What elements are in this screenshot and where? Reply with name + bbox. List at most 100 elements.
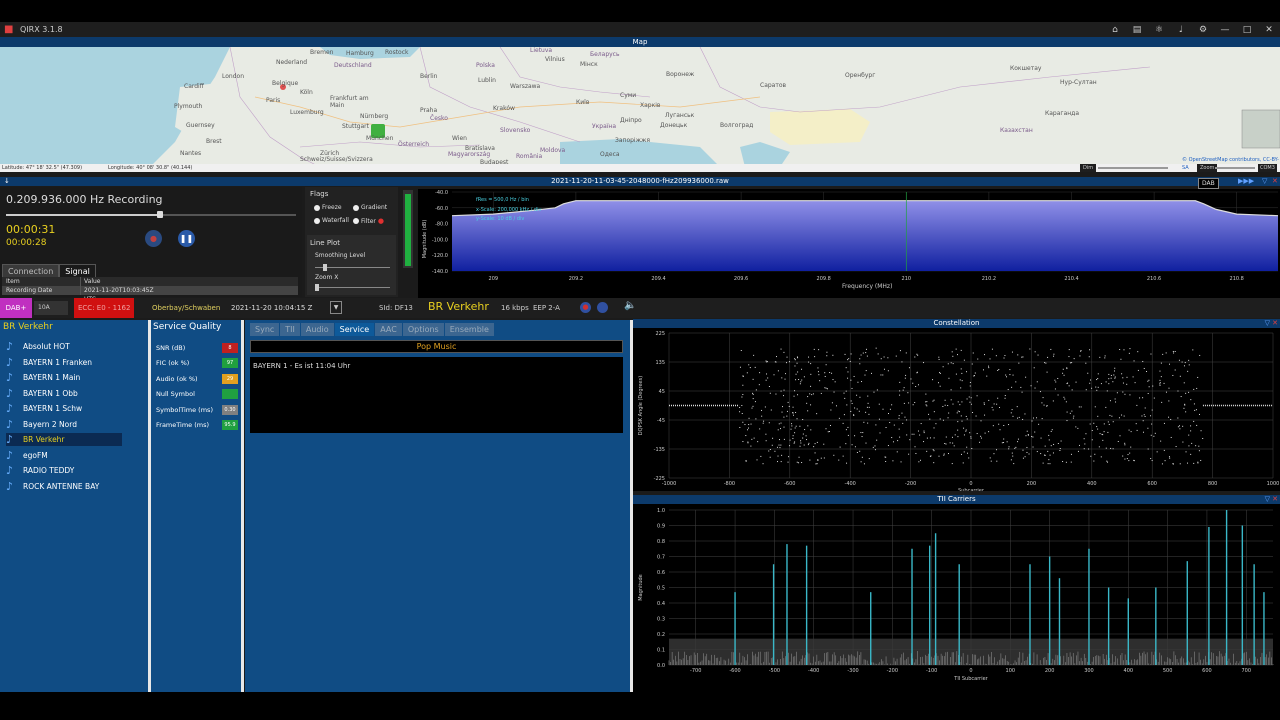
constellation-point (915, 386, 917, 388)
station-item[interactable]: ♪ BAYERN 1 Main (6, 371, 122, 384)
maximize-button[interactable]: □ (1236, 22, 1258, 37)
constellation-point (904, 416, 906, 418)
progress-knob[interactable] (156, 211, 163, 218)
constellation-point (918, 461, 920, 463)
constellation-point (779, 447, 781, 449)
constellation-point (993, 453, 995, 455)
record-service-button[interactable]: ● (580, 302, 591, 313)
constellation-point (1114, 376, 1116, 378)
spectrum-svg: -40.0 -60.0 -80.0 -100.0 -120.0 -140.0 209 209.… (422, 190, 1279, 282)
tab-sync[interactable]: Sync (250, 323, 280, 336)
constellation-point (1150, 415, 1152, 417)
y-tick-label: 0.0 (657, 663, 665, 669)
station-item[interactable]: ♪ Bayern 2 Nord (6, 418, 122, 431)
constellation-point (1065, 401, 1067, 403)
dropdown-button[interactable]: ▼ (330, 301, 342, 314)
tab-audio[interactable]: Audio (300, 323, 334, 336)
station-item[interactable]: ♪ ROCK ANTENNE BAY (6, 480, 122, 493)
speaker-icon[interactable]: 🔈 (624, 300, 636, 311)
constellation-point (1102, 434, 1104, 436)
zoom-x-slider[interactable] (315, 284, 390, 291)
constellation-point (856, 452, 858, 454)
constellation-point (877, 353, 879, 355)
station-item[interactable]: ♪ BR Verkehr (6, 433, 122, 446)
zoom-slider[interactable] (1215, 167, 1255, 169)
constellation-point (1008, 446, 1010, 448)
waterfall-radio[interactable]: Waterfall (314, 217, 349, 224)
gradient-radio[interactable]: Gradient (353, 204, 387, 211)
channel-select[interactable]: 10A (34, 301, 68, 315)
station-item[interactable]: ♪ RADIO TEDDY (6, 464, 122, 477)
constellation-point (1017, 438, 1019, 440)
tab-options[interactable]: Options (402, 323, 444, 336)
freeze-radio[interactable]: Freeze (314, 204, 342, 211)
constellation-point (1110, 447, 1112, 449)
constellation-point (933, 411, 935, 413)
station-label: ROCK ANTENNE BAY (23, 481, 100, 491)
satellite-icon[interactable]: ⚛ (1148, 22, 1170, 37)
constellation-point (767, 377, 769, 379)
tab-aac[interactable]: AAC (375, 323, 402, 336)
quality-row: FrameTime (ms) 95.9 (156, 420, 238, 431)
home-icon[interactable]: ⌂ (1104, 22, 1126, 37)
gear-icon[interactable]: ⚙ (1192, 22, 1214, 37)
station-item[interactable]: ♪ egoFM (6, 449, 122, 462)
constellation-point (878, 418, 880, 420)
station-item[interactable]: ♪ BAYERN 1 Obb (6, 387, 122, 400)
constellation-point (907, 392, 909, 394)
constellation-point (1049, 454, 1051, 456)
constellation-point (746, 429, 748, 431)
constellation-point (897, 440, 899, 442)
smoothing-slider[interactable] (315, 264, 390, 271)
close-button[interactable]: ✕ (1258, 22, 1280, 37)
tab-tii[interactable]: TII (280, 323, 300, 336)
station-item[interactable]: ♪ BAYERN 1 Franken (6, 356, 122, 369)
constellation-point (965, 430, 967, 432)
constellation-point (939, 385, 941, 387)
spectrum-plot[interactable]: -40.0 -60.0 -80.0 -100.0 -120.0 -140.0 209 209.… (418, 189, 1280, 311)
station-item[interactable]: ♪ Absolut HOT (6, 340, 122, 353)
constellation-point (1044, 362, 1046, 364)
playback-arrows-icon[interactable]: ▶▶▶ (1238, 177, 1254, 186)
x-tick-label: -700 (690, 668, 701, 674)
constellation-point (1169, 457, 1171, 459)
tii-plot[interactable]: 0.0 0.1 0.2 0.3 0.4 0.5 0.6 0.7 0.8 0.9 1.0 -700 -60… (633, 504, 1280, 692)
dim-slider[interactable] (1098, 167, 1168, 169)
tab-service[interactable]: Service (334, 323, 375, 336)
minimize-button[interactable]: — (1214, 22, 1236, 37)
map-view[interactable]: London Cardiff Plymouth Guernsey Brest P… (0, 47, 1280, 167)
constellation-point (1151, 409, 1153, 411)
constellation-point (891, 437, 893, 439)
filter-icon[interactable]: ▽ (1262, 177, 1267, 186)
constellation-point (789, 445, 791, 447)
book-icon[interactable]: ▤ (1126, 22, 1148, 37)
mode-select[interactable]: DAB (1198, 178, 1219, 189)
constellation-point (863, 421, 865, 423)
pause-button[interactable]: ❚❚ (178, 230, 195, 247)
constellation-plot[interactable]: 22513545-45-135-225-1000 -800 -600 -400 -200… (633, 328, 1280, 491)
constellation-point (1168, 387, 1170, 389)
constellation-point (955, 373, 957, 375)
antenna-icon[interactable]: ♩ (1170, 22, 1192, 37)
constellation-point (800, 381, 802, 383)
constellation-point (980, 420, 982, 422)
filter-radio[interactable]: Filter ● (353, 217, 384, 225)
constellation-point (851, 444, 853, 446)
station-item[interactable]: ♪ BAYERN 1 Schw (6, 402, 122, 415)
constellation-point (1011, 452, 1013, 454)
constellation-point (899, 350, 901, 352)
constellation-point (859, 450, 861, 452)
constellation-point (1060, 440, 1062, 442)
constellation-point (794, 359, 796, 361)
constellation-point (742, 421, 744, 423)
tab-ensemble[interactable]: Ensemble (444, 323, 494, 336)
constellation-point (796, 461, 798, 463)
constellation-point (956, 412, 958, 414)
station-label: egoFM (23, 450, 48, 460)
stop-service-button[interactable] (597, 302, 608, 313)
constellation-point (800, 440, 802, 442)
close-icon[interactable]: ✕ (1272, 177, 1278, 186)
record-button[interactable]: ● (145, 230, 162, 247)
recording-progress[interactable] (6, 214, 296, 216)
constellation-point (950, 362, 952, 364)
